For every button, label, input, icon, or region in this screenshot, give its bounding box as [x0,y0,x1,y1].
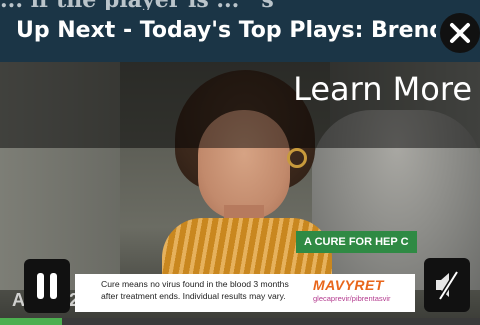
video-player[interactable]: ... if the player is ... ' s Up Next - T… [0,0,480,325]
brand-generic-name: glecaprevir/pibrentasvir [313,294,391,303]
pause-button[interactable] [24,259,70,313]
learn-more-link[interactable]: Learn More [293,70,472,108]
mute-button[interactable] [424,258,470,312]
pause-icon [37,273,57,299]
disclaimer-text: Cure means no virus found in the blood 3… [101,278,301,302]
ad-caption-badge: A CURE FOR HEP C [296,231,417,253]
mute-icon [436,270,460,301]
progress-bar-fill [0,318,63,325]
up-next-bar[interactable]: ... if the player is ... ' s Up Next - T… [0,0,480,62]
ad-disclaimer-strip: Cure means no virus found in the blood 3… [75,274,415,312]
disclaimer-line-1: Cure means no virus found in the blood 3… [101,279,289,289]
disclaimer-line-2: after treatment ends. Individual results… [101,291,286,301]
progress-bar[interactable] [0,318,480,325]
earring [287,148,307,168]
brand-logo: MAVYRET [313,277,384,293]
close-button[interactable] [440,13,480,53]
up-next-title[interactable]: Up Next - Today's Top Plays: Brendan [16,14,436,48]
close-icon [450,23,470,43]
obscured-caption-text: ... if the player is ... ' s [0,0,480,10]
